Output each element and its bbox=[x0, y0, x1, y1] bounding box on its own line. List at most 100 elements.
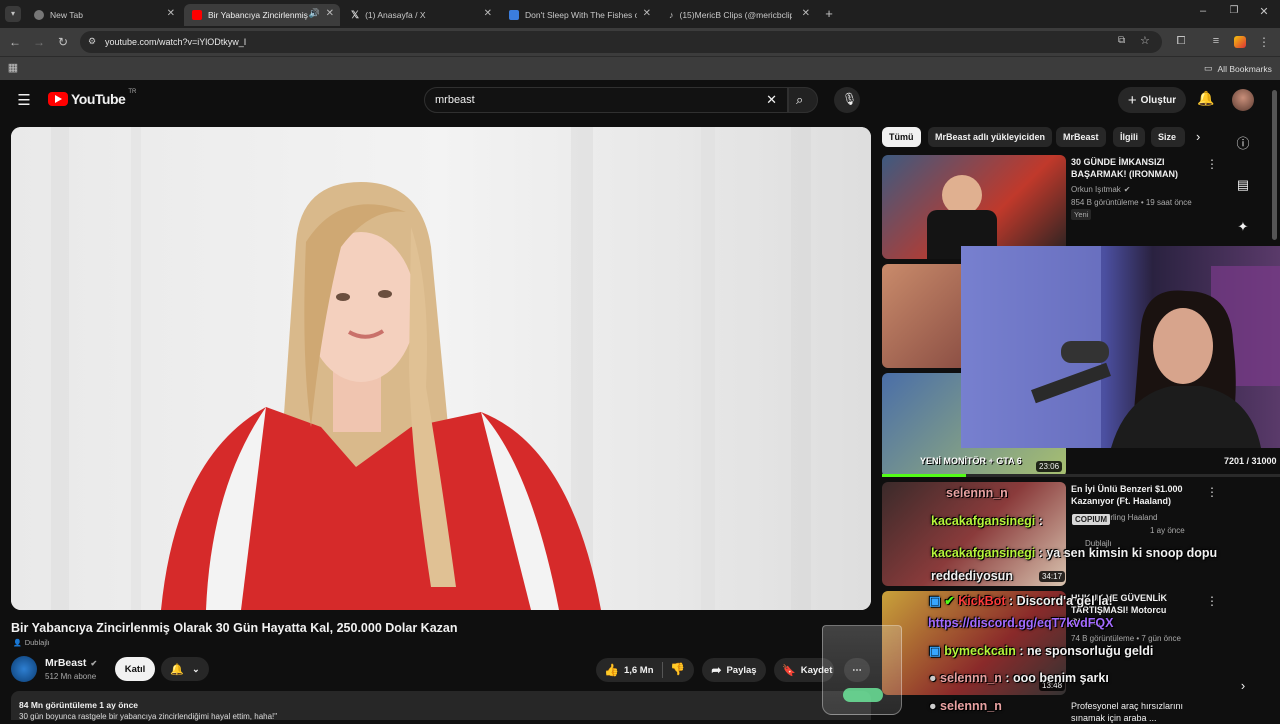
window-close-icon[interactable]: ✕ bbox=[1257, 5, 1271, 18]
scrollbar-thumb[interactable] bbox=[1272, 90, 1277, 240]
tab-youtube-video[interactable]: Bir Yabancıya Zincirlenmiş Ol 🔊 ✕ bbox=[184, 4, 340, 26]
like-count[interactable]: 1,6 Mn bbox=[624, 665, 654, 676]
comments-icon[interactable]: ▤ bbox=[1233, 177, 1253, 197]
close-tab-icon[interactable]: ✕ bbox=[167, 8, 175, 19]
related-menu-icon[interactable]: ⋮ bbox=[1206, 157, 1218, 171]
site-info-icon[interactable]: ⚙ bbox=[88, 36, 96, 47]
close-tab-icon[interactable]: ✕ bbox=[802, 8, 810, 19]
tab-tiktok[interactable]: ♪ (15)MericB Clips (@mericbclips ✕ bbox=[661, 4, 816, 26]
tab-search-icon[interactable]: ▾ bbox=[5, 6, 21, 22]
views-and-date: 84 Mn görüntüleme 1 ay önce bbox=[19, 700, 139, 710]
create-button[interactable]: + Oluştur bbox=[1118, 87, 1186, 113]
verified-icon: ✔ bbox=[1123, 185, 1131, 194]
chrome-icon bbox=[34, 10, 44, 20]
maximize-icon[interactable]: ❐ bbox=[1227, 5, 1241, 16]
browser-toolbar: ← → ↻ ⚙ youtube.com/watch?v=iYlODtkyw_I … bbox=[0, 28, 1280, 56]
browser-menu-icon[interactable]: ⋮ bbox=[1258, 35, 1270, 49]
related-title-4[interactable]: Profesyonel araç hırsızlarını sınamak iç… bbox=[1071, 700, 1201, 724]
browser-tab-bar: ▾ New Tab ✕ Bir Yabancıya Zincirlenmiş O… bbox=[0, 0, 1280, 28]
verified-icon: ✔ bbox=[90, 658, 98, 668]
video-duration: 23:06 bbox=[1036, 461, 1063, 472]
webcam-overlay bbox=[961, 246, 1280, 448]
chip-mrbeast[interactable]: MrBeast bbox=[1056, 127, 1106, 147]
sub-badge-icon: ▣ bbox=[929, 644, 941, 658]
youtube-play-logo-icon bbox=[48, 92, 68, 106]
chat-link[interactable]: https://discord.gg/eqT7kvdFQX bbox=[928, 616, 1113, 630]
plus-icon: + bbox=[1127, 91, 1137, 109]
chips-next-icon[interactable]: › bbox=[1196, 129, 1200, 144]
person-voice-icon: 👤 bbox=[13, 639, 22, 647]
media-control-icon[interactable]: ≡ bbox=[1209, 35, 1223, 47]
cast-icon[interactable]: ⧉ bbox=[1118, 35, 1125, 46]
streamer-illustration bbox=[961, 246, 1280, 448]
copium-emote: COPIUM bbox=[1072, 514, 1110, 525]
all-bookmarks-button[interactable]: ▭ All Bookmarks bbox=[1204, 63, 1272, 74]
like-dislike-group: 👍 1,6 Mn 👎 bbox=[596, 658, 694, 682]
tab-x-home[interactable]: 𝕏 (1) Anasayfa / X ✕ bbox=[343, 4, 498, 26]
tab-new-tab[interactable]: New Tab ✕ bbox=[26, 4, 181, 26]
chevron-down-icon: ⌄ bbox=[192, 663, 200, 674]
chat-message: ● selennn_n : ooo benim şarkı bbox=[929, 671, 1109, 685]
chip-related[interactable]: İlgili bbox=[1113, 127, 1145, 147]
search-input[interactable]: mrbeast ✕ bbox=[424, 87, 788, 113]
youtube-header: ☰ YouTube TR mrbeast ✕ ⌕ 🎙 + Oluştur 🔔 bbox=[0, 80, 1280, 120]
chat-message: ● selennn_n bbox=[929, 699, 1002, 713]
close-tab-icon[interactable]: ✕ bbox=[326, 8, 334, 19]
voice-search-button[interactable]: 🎙 bbox=[834, 87, 860, 113]
related-meta-1: 854 B görüntüleme • 19 saat önce bbox=[1071, 198, 1192, 207]
video-player[interactable] bbox=[11, 127, 871, 610]
thumbs-down-icon[interactable]: 👎 bbox=[670, 662, 685, 676]
related-channel-1[interactable]: Orkun Işıtmak ✔ bbox=[1071, 184, 1131, 195]
related-thumbnail-1[interactable] bbox=[882, 155, 1066, 259]
sparkle-icon[interactable]: ✦ bbox=[1233, 219, 1253, 239]
info-icon[interactable]: ⓘ bbox=[1233, 133, 1253, 153]
folder-icon: ▭ bbox=[1204, 63, 1213, 73]
related-meta-2: 1 ay önce bbox=[1150, 526, 1185, 535]
close-tab-icon[interactable]: ✕ bbox=[484, 8, 492, 19]
chat-message: selennn_n bbox=[946, 486, 1008, 500]
bookmark-star-icon[interactable]: ☆ bbox=[1140, 34, 1150, 47]
minimize-icon[interactable]: – bbox=[1196, 5, 1210, 17]
bot-badge-icon: ▣ bbox=[929, 594, 941, 608]
chip-for-you[interactable]: Size bbox=[1151, 127, 1185, 147]
related-menu-icon-2[interactable]: ⋮ bbox=[1206, 485, 1218, 499]
speaker-icon[interactable]: 🔊 bbox=[309, 8, 320, 19]
bell-icon: 🔔 bbox=[170, 663, 185, 676]
hamburger-menu-icon[interactable]: ☰ bbox=[16, 91, 32, 109]
video-title: Bir Yabancıya Zincirlenmiş Olarak 30 Gün… bbox=[11, 621, 458, 635]
extensions-icon[interactable]: ⧠ bbox=[1174, 35, 1188, 48]
reload-icon[interactable]: ↻ bbox=[56, 35, 70, 49]
related-title-1[interactable]: 30 GÜNDE İMKANSIZI BAŞARMAK! (IRONMAN) bbox=[1071, 156, 1201, 180]
x-logo-icon: 𝕏 bbox=[351, 9, 360, 21]
thumbs-up-icon[interactable]: 👍 bbox=[604, 663, 619, 677]
related-title-2[interactable]: En İyi Ünlü Benzeri $1.000 Kazanıyor (Ft… bbox=[1071, 483, 1201, 507]
search-button[interactable]: ⌕ bbox=[788, 87, 818, 113]
chip-from-mrbeast[interactable]: MrBeast adlı yükleyiciden bbox=[928, 127, 1053, 147]
chevron-right-icon[interactable]: › bbox=[1233, 678, 1253, 698]
related-menu-icon-3[interactable]: ⋮ bbox=[1206, 594, 1218, 608]
youtube-logo[interactable]: YouTube TR bbox=[48, 89, 136, 107]
chip-all[interactable]: Tümü bbox=[882, 127, 921, 147]
notifications-bell-icon[interactable]: 🔔 bbox=[1197, 90, 1214, 107]
clear-search-icon[interactable]: ✕ bbox=[766, 92, 777, 108]
address-bar[interactable]: ⚙ youtube.com/watch?v=iYlODtkyw_I ⧉ ☆ bbox=[80, 31, 1162, 53]
back-icon[interactable]: ← bbox=[8, 35, 22, 49]
share-button[interactable]: ➦ Paylaş bbox=[702, 658, 766, 682]
channel-avatar[interactable] bbox=[11, 656, 37, 682]
apps-grid-icon[interactable]: ▦ bbox=[6, 61, 20, 74]
goal-progress-track bbox=[882, 474, 1280, 477]
goal-progress-fill bbox=[882, 474, 966, 477]
forward-icon[interactable]: → bbox=[32, 35, 46, 49]
subscribe-notification-button[interactable]: 🔔 ⌄ bbox=[161, 657, 209, 681]
related-channel-2[interactable]: Erling Haaland bbox=[1105, 512, 1157, 523]
tab-fishes[interactable]: Don't Sleep With The Fishes on ✕ bbox=[501, 4, 657, 26]
user-badge-icon: ● bbox=[929, 699, 937, 713]
close-tab-icon[interactable]: ✕ bbox=[643, 8, 651, 19]
new-tab-icon[interactable]: + bbox=[822, 6, 836, 21]
avatar[interactable] bbox=[1232, 89, 1254, 111]
channel-name[interactable]: MrBeast ✔ bbox=[45, 657, 97, 669]
join-button[interactable]: Katıl bbox=[115, 657, 155, 681]
subscriber-count: 512 Mn abone bbox=[45, 672, 97, 681]
webcam-title: YENİ MONİTÖR + GTA 6 bbox=[920, 456, 1022, 466]
profile-extension-icon[interactable] bbox=[1234, 36, 1246, 48]
